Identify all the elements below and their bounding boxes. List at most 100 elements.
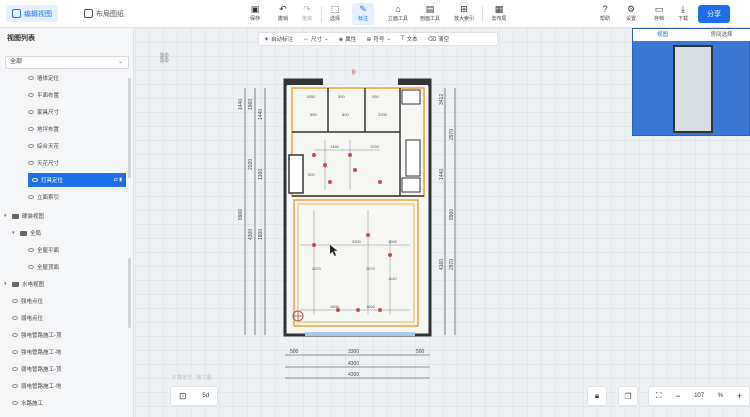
- dimension-text: 1440: [439, 169, 445, 180]
- zoom-value[interactable]: 107: [694, 393, 704, 399]
- tree-folder[interactable]: ▾ 硬装视图: [4, 209, 44, 223]
- tree-item[interactable]: 水路施工: [12, 396, 43, 410]
- lock-button[interactable]: 🔒︎: [587, 386, 607, 406]
- fit-screen-icon[interactable]: ⛶: [656, 391, 662, 401]
- section-tool-button[interactable]: ▤ 剖面工具: [418, 3, 442, 25]
- symbol-button[interactable]: ⊕ 符号 ⌄: [361, 32, 396, 46]
- chevron-down-icon[interactable]: ▾: [4, 213, 9, 219]
- eye-icon[interactable]: [32, 178, 38, 182]
- dimension-text: 800: [342, 112, 349, 117]
- floor-plan[interactable]: 卧 1440 1960 8900 2020 1440 4300 1800 136…: [230, 60, 470, 390]
- layers-button[interactable]: ❐: [618, 386, 638, 406]
- tab-minimap-view[interactable]: 视图: [633, 29, 692, 41]
- tree-folder[interactable]: ▾ 水电视图: [4, 277, 44, 291]
- eye-icon[interactable]: [28, 248, 34, 252]
- tree-item[interactable]: 弱电点位: [12, 311, 43, 325]
- clear-button[interactable]: ⌫ 清空: [423, 32, 455, 46]
- view-filter-select[interactable]: 全部 ⌄: [5, 56, 129, 69]
- section-icon: ▤: [425, 4, 435, 14]
- property-button[interactable]: ◈ 属性: [334, 32, 362, 46]
- tab-layout-drawing[interactable]: 布局图纸: [78, 5, 130, 22]
- eye-icon[interactable]: [12, 350, 18, 354]
- tree-item[interactable]: 强电点位: [12, 294, 43, 308]
- undo-icon: ↶: [279, 4, 287, 14]
- eye-icon[interactable]: [28, 144, 34, 148]
- settings-button[interactable]: ⚙ 设置: [620, 3, 642, 25]
- folder-icon: [12, 213, 19, 219]
- annotate-button[interactable]: ✎ 标注: [352, 3, 374, 25]
- tree-item-label: 弱电管路施工-顶: [21, 367, 62, 373]
- eye-icon[interactable]: [12, 333, 18, 337]
- eye-icon[interactable]: [12, 401, 18, 405]
- tree-item[interactable]: 地坪布置: [28, 122, 59, 136]
- eye-icon[interactable]: [28, 161, 34, 165]
- eye-icon[interactable]: [12, 316, 18, 320]
- elevation-tool-button[interactable]: ⌂ 立面工具: [386, 3, 410, 25]
- tree-item-label: 墙体定位: [37, 76, 60, 82]
- download-button[interactable]: ⤓ 下载: [672, 3, 694, 25]
- chevron-down-icon[interactable]: ▾: [4, 281, 9, 287]
- tree-item[interactable]: 天花尺寸: [28, 156, 59, 170]
- redo-button[interactable]: ↷ 重做: [296, 3, 318, 25]
- zoom-in-button[interactable]: +: [737, 391, 742, 401]
- elevation-label: 立面工具: [387, 16, 408, 22]
- undo-button[interactable]: ↶ 撤销: [272, 3, 294, 25]
- link-icon[interactable]: ⛓: [158, 54, 172, 64]
- archive-button[interactable]: ▭ 存档: [648, 3, 670, 25]
- eye-icon[interactable]: [28, 110, 34, 114]
- share-button[interactable]: 分享: [698, 5, 730, 23]
- zoom-out-button[interactable]: −: [675, 391, 680, 401]
- tree-item[interactable]: 家具尺寸: [28, 105, 59, 119]
- tab-edit-view[interactable]: 编辑视图: [6, 5, 58, 22]
- lock-icon: 🔒︎: [594, 391, 600, 400]
- tab-room-select[interactable]: 房间选择: [692, 29, 750, 41]
- tree-item[interactable]: 灯具定位 ⇄ ▮: [28, 173, 126, 187]
- tree-item-label: 弱电管路施工-地: [21, 384, 62, 390]
- tree-item[interactable]: 立面索引: [28, 190, 59, 204]
- select-button[interactable]: ⬚ 选择: [324, 3, 346, 25]
- tree-item[interactable]: 弱电管路施工-地: [12, 379, 61, 393]
- minimap-tabs: 视图 房间选择: [633, 29, 750, 41]
- eye-icon[interactable]: [12, 384, 18, 388]
- auto-annotate-button[interactable]: ✦ 自动标注: [259, 32, 298, 46]
- dimension-text: 1440: [238, 99, 244, 110]
- chevron-down-icon: ⌄: [117, 59, 123, 65]
- chevron-down-icon[interactable]: ▾: [12, 230, 17, 236]
- tree-item[interactable]: 弱电管路施工-顶: [12, 362, 61, 376]
- eye-icon[interactable]: [28, 76, 34, 80]
- tree-item[interactable]: 墙体定位: [28, 71, 59, 85]
- eye-icon[interactable]: [28, 127, 34, 131]
- tree-item-label: 弱电点位: [21, 316, 44, 322]
- go-layout-button[interactable]: ▦ 去布局: [488, 3, 510, 25]
- symbol-label: 符号: [373, 37, 385, 43]
- eye-icon[interactable]: [28, 265, 34, 269]
- clear-icon: ⌫: [427, 36, 437, 43]
- view-mode-label[interactable]: 5d: [202, 393, 209, 399]
- light-point: [378, 308, 382, 312]
- eye-icon[interactable]: [12, 367, 18, 371]
- tree-item[interactable]: 全屋平面: [28, 243, 59, 257]
- dimension-button[interactable]: ↔ 尺寸 ⌄: [298, 32, 334, 46]
- eye-icon[interactable]: [28, 195, 34, 199]
- tree-folder[interactable]: ▾ 全局: [12, 226, 41, 240]
- tree-item-label: 全屋顶面: [37, 265, 60, 271]
- tree-item-label: 立面索引: [37, 195, 60, 201]
- scrollbar[interactable]: [128, 78, 131, 178]
- tree-item[interactable]: 强电管路施工-地: [12, 345, 61, 359]
- help-button[interactable]: ? 帮助: [594, 3, 616, 25]
- item-actions-icon[interactable]: ⇄ ▮: [114, 177, 126, 183]
- dimension-text: 1440: [258, 109, 264, 120]
- zoom-index-button[interactable]: ⊞ 放大索引: [452, 3, 476, 25]
- tree-item[interactable]: 平面布置: [28, 88, 59, 102]
- tree-item[interactable]: 强电管路施工-顶: [12, 328, 61, 342]
- text-button[interactable]: T 文本: [396, 32, 423, 46]
- tree-item[interactable]: 全屋顶面: [28, 260, 59, 274]
- scrollbar[interactable]: [128, 258, 131, 328]
- dimension-text: 1020: [370, 144, 380, 149]
- eye-icon[interactable]: [28, 93, 34, 97]
- minimap-panel[interactable]: 视图 房间选择: [632, 28, 750, 136]
- image-icon[interactable]: ⊡: [179, 391, 187, 402]
- save-button[interactable]: ▣ 保存: [244, 3, 266, 25]
- eye-icon[interactable]: [12, 299, 18, 303]
- tree-item[interactable]: 综合天花: [28, 139, 59, 153]
